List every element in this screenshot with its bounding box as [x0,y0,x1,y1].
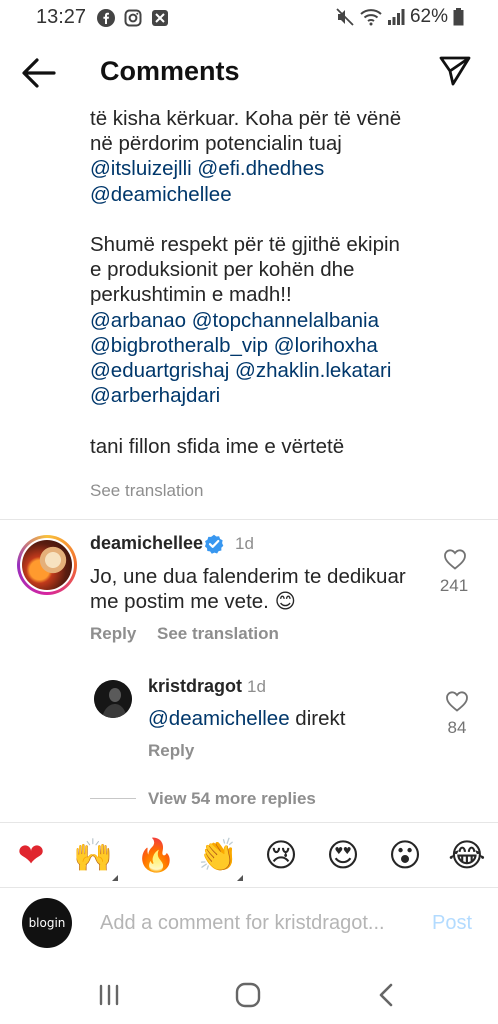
mention-link[interactable]: @deamichellee [90,183,232,206]
avatar-photo [22,540,72,590]
heart-eyes-emoji[interactable]: 😍 [323,835,363,875]
skin-tone-indicator-icon [237,875,243,881]
view-more-replies-button[interactable]: View 54 more replies [148,789,316,809]
post-caption: të kisha kërkuar. Koha për të vënë në pë… [90,106,490,459]
status-time: 13:27 [36,6,87,28]
clapping-hands-emoji[interactable]: 👏 [198,835,238,875]
divider [0,519,498,520]
mention-link[interactable]: @itsluizejlli [90,157,192,180]
reply-button[interactable]: Reply [148,741,194,761]
mention-link[interactable]: @arbanao [90,309,186,332]
status-bar: 13:27 62% [0,0,498,36]
facebook-icon [97,9,115,27]
raising-hands-emoji[interactable]: 🙌 [73,835,113,875]
surprised-face-emoji[interactable]: 😮 [385,835,425,875]
comment-text-line: me postim me vete. [90,590,269,613]
mention-link[interactable]: @arberhajdari [90,384,220,407]
avatar-logo-text: blogin [28,916,66,930]
see-translation-link[interactable]: See translation [157,624,279,644]
like-heart-icon[interactable] [443,548,467,570]
battery-percent: 62% [409,6,448,27]
caption-mentions: @arbanao @topchannelalbania [90,308,490,333]
like-count: 84 [447,718,467,737]
comment-text: Jo, une dua falenderim te dedikuar me po… [90,564,430,614]
mention-link[interactable]: @topchannelalbania [192,309,379,332]
crying-face-emoji[interactable]: 😢 [261,835,301,875]
skin-tone-indicator-icon [112,875,118,881]
like-heart-icon[interactable] [445,690,469,712]
comments-header: Comments [0,44,498,100]
caption-mentions: @deamichellee [90,182,490,207]
comment-text-line-2: me postim me vete. 😊 [90,589,430,614]
comment-time: 1d [235,534,254,553]
instagram-icon [124,9,142,27]
caption-mentions: @bigbrotheralb_vip @lorihoxha [90,333,490,358]
post-button[interactable]: Post [432,912,472,935]
caption-line: e produksionit per kohën dhe [90,258,355,282]
send-icon[interactable] [438,54,472,88]
wifi-icon [360,9,382,26]
verified-badge-icon [204,534,224,554]
mention-link[interactable]: @zhaklin.lekatari [235,359,391,382]
system-nav-bar [0,970,498,1024]
view-more-divider [90,798,136,799]
mention-link[interactable]: @deamichellee [148,707,290,730]
home-icon[interactable] [233,980,263,1010]
caption-mentions: @arberhajdari [90,383,490,408]
see-translation-link[interactable]: See translation [90,481,203,501]
avatar-ring-inner [20,538,74,592]
fire-emoji[interactable]: 🔥 [136,835,176,875]
reply-text: @deamichellee direkt [148,706,345,731]
caption-mentions: @eduartgrishaj @zhaklin.lekatari [90,358,490,383]
caption-line: perkushtimin e madh!! [90,283,292,307]
comment-input[interactable]: Add a comment for kristdragot... [100,912,385,935]
back-nav-icon[interactable] [372,980,402,1010]
reply-button[interactable]: Reply [90,624,136,644]
emoji-quick-bar: ❤ 🙌 🔥 👏 😢 😍 😮 😂 [0,822,498,888]
avatar[interactable] [17,535,77,595]
smiling-face-emoji: 😊 [274,589,296,613]
battery-icon [453,8,464,26]
like-count: 241 [439,576,469,595]
page-title: Comments [100,56,240,86]
caption-line: të kisha kërkuar. Koha për të vënë [90,107,402,130]
mute-icon [336,8,354,26]
caption-line: në përdorim potencialin tuaj [90,132,342,156]
signal-icon [387,9,405,25]
comment-username[interactable]: kristdragot [148,676,242,697]
back-arrow-icon[interactable] [20,56,58,90]
reply-text-body: direkt [289,707,346,730]
caption-line: Shumë respekt për të gjithë ekipin [90,233,400,256]
caption-mentions: @itsluizejlli @efi.dhedhes [90,156,490,181]
x-notification-icon [152,10,168,26]
mention-link[interactable]: @bigbrotheralb_vip [90,334,268,357]
caption-line: tani fillon sfida ime e vërtetë [90,434,345,458]
comment-text-line: Jo, une dua falenderim te dedikuar [90,565,406,588]
status-right: 62% [335,6,464,28]
status-app-icons [97,9,169,27]
avatar[interactable] [94,680,132,718]
mention-link[interactable]: @lorihoxha [274,334,378,357]
avatar-photo [94,680,132,718]
current-user-avatar: blogin [22,898,72,948]
tears-of-joy-emoji[interactable]: 😂 [447,835,487,875]
comment-time: 1d [247,677,266,696]
comment-username[interactable]: deamichellee [90,533,203,554]
recent-apps-icon[interactable] [94,980,124,1010]
mention-link[interactable]: @efi.dhedhes [197,157,324,180]
red-heart-emoji[interactable]: ❤ [11,835,51,875]
mention-link[interactable]: @eduartgrishaj [90,359,229,382]
